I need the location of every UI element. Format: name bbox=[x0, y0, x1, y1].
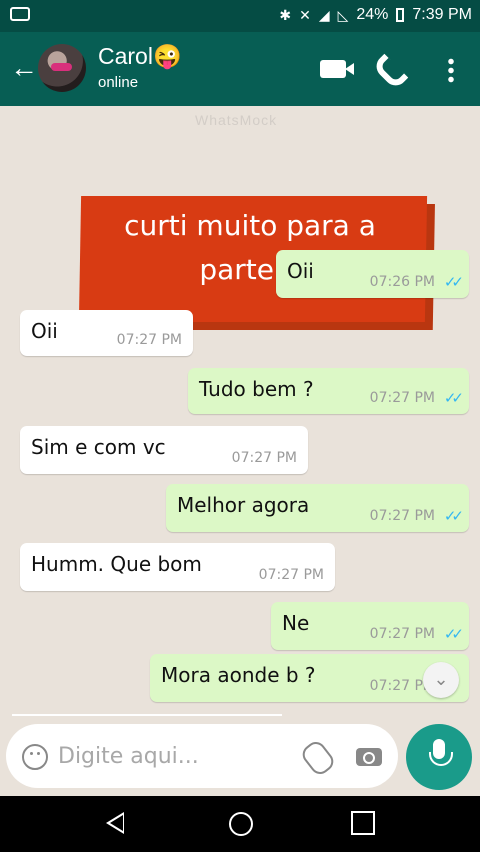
scroll-to-bottom-button[interactable]: ⌄ bbox=[423, 662, 459, 698]
read-receipt-icon: ✓✓ bbox=[443, 389, 464, 407]
signal-icon: ◺ bbox=[337, 6, 349, 23]
read-receipt-icon: ✓✓ bbox=[443, 273, 464, 291]
mute-icon: ✕ bbox=[299, 6, 311, 23]
status-bar: ✱ ✕ ◢ ◺ 24% 7:39 PM bbox=[0, 0, 480, 32]
sticker-line-1: curti muito para a bbox=[124, 209, 376, 242]
phone-call-icon[interactable] bbox=[378, 54, 406, 82]
message-input[interactable]: Digite aqui... bbox=[58, 744, 199, 769]
clock: 7:39 PM bbox=[412, 6, 472, 23]
message-time: 07:27 PM bbox=[116, 332, 182, 348]
chevron-down-icon: ⌄ bbox=[433, 669, 449, 689]
message-bubble-outgoing[interactable]: Melhor agora 07:27 PM ✓✓ bbox=[166, 484, 469, 532]
home-icon[interactable] bbox=[229, 812, 253, 836]
camera-icon[interactable] bbox=[356, 748, 382, 766]
wifi-icon: ◢ bbox=[318, 6, 330, 23]
message-bubble-outgoing[interactable]: Oii 07:26 PM ✓✓ bbox=[276, 250, 469, 298]
back-arrow-icon[interactable]: ← bbox=[10, 54, 38, 82]
message-time: 07:27 PM bbox=[231, 450, 297, 466]
notification-icon bbox=[10, 7, 30, 21]
message-text: Melhor agora bbox=[177, 493, 310, 517]
chat-divider bbox=[12, 714, 282, 716]
battery-icon bbox=[396, 8, 405, 22]
message-text: Tudo bem ? bbox=[199, 377, 314, 401]
message-time: 07:26 PM bbox=[369, 274, 435, 290]
read-receipt-icon: ✓✓ bbox=[443, 507, 464, 525]
contact-name[interactable]: Carol😜 bbox=[98, 43, 182, 70]
chat-header: ← Carol😜 online WhatsMock bbox=[0, 32, 480, 128]
message-bubble-incoming[interactable]: Humm. Que bom 07:27 PM bbox=[20, 543, 335, 591]
chat-area[interactable]: curti muito para a parte 2 Oii 07:26 PM … bbox=[0, 106, 480, 722]
attachment-icon[interactable] bbox=[298, 738, 338, 778]
recent-apps-icon[interactable] bbox=[351, 811, 375, 835]
emoji-icon[interactable] bbox=[22, 744, 48, 770]
microphone-button[interactable] bbox=[406, 724, 472, 790]
avatar[interactable] bbox=[38, 44, 86, 92]
message-text: Mora aonde b ? bbox=[161, 663, 316, 687]
battery-percent: 24% bbox=[356, 6, 389, 23]
message-time: 07:27 PM bbox=[369, 390, 435, 406]
message-time: 07:27 PM bbox=[258, 567, 324, 583]
video-call-icon[interactable] bbox=[320, 60, 354, 78]
message-text: Oii bbox=[287, 259, 314, 283]
more-options-icon[interactable] bbox=[448, 57, 454, 83]
message-input-bar[interactable]: Digite aqui... bbox=[6, 724, 398, 788]
message-bubble-outgoing[interactable]: Mora aonde b ? 07:27 PM bbox=[150, 654, 469, 702]
message-bubble-outgoing[interactable]: Tudo bem ? 07:27 PM ✓✓ bbox=[188, 368, 469, 414]
read-receipt-icon: ✓✓ bbox=[443, 625, 464, 643]
message-bubble-incoming[interactable]: Oii 07:27 PM bbox=[20, 310, 193, 356]
message-text: Ne bbox=[282, 611, 310, 635]
bluetooth-icon: ✱ bbox=[279, 6, 292, 23]
message-bubble-outgoing[interactable]: Ne 07:27 PM ✓✓ bbox=[271, 602, 469, 650]
message-text: Oii bbox=[31, 319, 58, 343]
message-text: Humm. Que bom bbox=[31, 552, 202, 576]
message-bubble-incoming[interactable]: Sim e com vc 07:27 PM bbox=[20, 426, 308, 474]
contact-status: online bbox=[98, 74, 139, 91]
message-text: Sim e com vc bbox=[31, 435, 166, 459]
message-time: 07:27 PM bbox=[369, 626, 435, 642]
back-icon[interactable] bbox=[106, 812, 124, 834]
message-time: 07:27 PM bbox=[369, 508, 435, 524]
android-navigation-bar bbox=[0, 796, 480, 852]
